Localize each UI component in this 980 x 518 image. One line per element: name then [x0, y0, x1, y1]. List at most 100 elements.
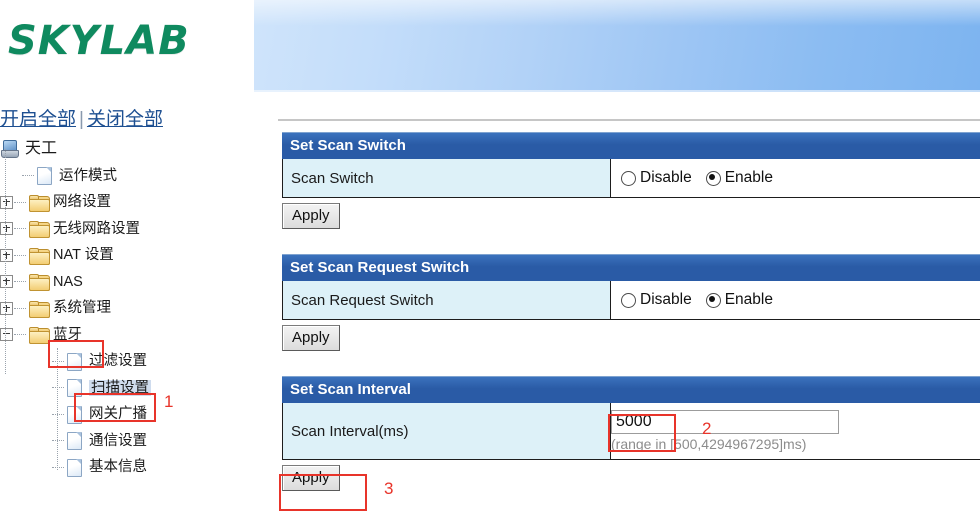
apply-button-scan-switch[interactable]: Apply	[282, 203, 340, 230]
content-divider	[278, 119, 980, 121]
row-label: Scan Interval(ms)	[283, 403, 611, 459]
tree-toggle-links: 开启全部 | 关闭全部	[0, 104, 163, 131]
document-icon	[37, 167, 52, 186]
banner-gloss	[254, 0, 980, 26]
tree-item-label: 通信设置	[89, 432, 147, 449]
tree-connector	[14, 334, 26, 336]
tree-item-system-management[interactable]: 系统管理	[0, 295, 254, 322]
tree-item-communication-settings[interactable]: 通信设置	[0, 428, 254, 455]
clipped-text-row	[278, 92, 282, 100]
expand-icon[interactable]	[0, 222, 13, 236]
tree-item-label: 基本信息	[89, 459, 147, 475]
folder-icon	[29, 274, 50, 292]
settings-table: Scan Interval(ms) (range in [500,4294967…	[282, 403, 980, 460]
expand-all-link[interactable]: 开启全部	[0, 109, 76, 130]
navigation-tree: 天工 运作模式 网络设置 无线网路设置 NAT 设置 NAS 系统管理 蓝牙 过…	[0, 136, 254, 481]
tree-connector	[14, 307, 26, 309]
apply-row: Apply	[282, 203, 980, 230]
tree-item-label: 运作模式	[59, 167, 117, 184]
document-icon	[67, 458, 82, 477]
tree-item-label: 无线网路设置	[53, 220, 140, 237]
skylab-logo: SKYLAB	[8, 18, 190, 64]
tree-item-bluetooth[interactable]: 蓝牙	[0, 322, 254, 349]
tree-item-label: 扫描设置	[89, 379, 151, 396]
document-icon	[67, 352, 82, 371]
radio-enable-scan-request[interactable]: Enable	[705, 291, 773, 309]
folder-icon	[29, 194, 50, 212]
tree-connector	[14, 254, 26, 256]
logo-area: SKYLAB	[0, 0, 254, 92]
tree-item-nat-settings[interactable]: NAT 设置	[0, 242, 254, 269]
radio-icon	[621, 170, 636, 186]
annotation-number-2: 2	[702, 419, 712, 438]
row-value: Disable Enable	[611, 159, 980, 197]
apply-button-scan-interval[interactable]: Apply	[282, 465, 340, 492]
tree-connector	[52, 387, 64, 389]
section-title: Set Scan Interval	[282, 376, 980, 403]
row-value: (range in [500,4294967295]ms)	[611, 403, 980, 459]
tree-item-tiangong[interactable]: 天工	[0, 136, 254, 163]
tree-item-label: 网关广播	[89, 406, 147, 422]
radio-label: Enable	[724, 169, 773, 186]
tree-item-gateway-broadcast[interactable]: 网关广播	[0, 401, 254, 428]
expand-icon[interactable]	[0, 195, 13, 209]
document-icon	[67, 405, 82, 424]
expand-icon[interactable]	[0, 275, 13, 289]
scan-interval-input[interactable]	[611, 410, 839, 434]
row-label: Scan Request Switch	[283, 281, 611, 319]
expand-icon[interactable]	[0, 248, 13, 262]
tree-item-label: NAS	[53, 273, 83, 290]
section-title: Set Scan Switch	[282, 132, 980, 159]
tree-item-scan-settings[interactable]: 扫描设置	[0, 375, 254, 402]
tree-connector	[52, 440, 64, 442]
tree-connector	[14, 281, 26, 283]
folder-icon	[29, 327, 50, 345]
tree-item-basic-info[interactable]: 基本信息	[0, 454, 254, 481]
radio-icon-selected	[705, 292, 721, 308]
radio-icon	[621, 292, 636, 308]
radio-label: Disable	[640, 169, 692, 186]
tree-connector	[52, 466, 64, 468]
main-content: Set Scan Switch Scan Switch Disable Enab…	[254, 92, 980, 518]
page-banner	[254, 0, 980, 92]
tree-item-label: 蓝牙	[53, 326, 82, 343]
tree-connector	[52, 360, 64, 362]
tree-connector	[5, 149, 6, 374]
tree-item-nas[interactable]: NAS	[0, 269, 254, 296]
document-icon	[67, 379, 82, 398]
link-separator: |	[79, 109, 84, 130]
tree-item-wireless-settings[interactable]: 无线网路设置	[0, 216, 254, 243]
tree-connector	[52, 413, 64, 415]
tree-item-label: NAT 设置	[53, 247, 114, 263]
tree-connector	[57, 348, 58, 470]
row-value: Disable Enable	[611, 281, 980, 319]
clipped-text	[278, 92, 282, 100]
folder-icon	[29, 221, 50, 239]
tree-item-label: 网络设置	[53, 194, 111, 210]
tree-item-filter-settings[interactable]: 过滤设置	[0, 348, 254, 375]
tree-item-label: 天工	[25, 140, 58, 158]
radio-disable-scan-switch[interactable]: Disable	[621, 169, 692, 187]
annotation-number-3: 3	[384, 479, 394, 498]
tree-item-network-settings[interactable]: 网络设置	[0, 189, 254, 216]
document-icon	[67, 432, 82, 451]
expand-icon[interactable]	[0, 301, 13, 315]
folder-icon	[29, 300, 50, 318]
section-set-scan-switch: Set Scan Switch Scan Switch Disable Enab…	[282, 132, 980, 230]
collapse-icon[interactable]	[0, 328, 13, 342]
tree-connector	[14, 228, 26, 230]
radio-label: Disable	[640, 291, 692, 308]
radio-disable-scan-request[interactable]: Disable	[621, 291, 692, 309]
computer-icon	[1, 140, 19, 159]
tree-item-operation-mode[interactable]: 运作模式	[0, 163, 254, 190]
settings-table: Scan Switch Disable Enable	[282, 159, 980, 198]
section-title: Set Scan Request Switch	[282, 254, 980, 281]
apply-button-scan-request-switch[interactable]: Apply	[282, 325, 340, 352]
section-set-scan-interval: Set Scan Interval Scan Interval(ms) (ran…	[282, 376, 980, 492]
tree-item-label: 过滤设置	[89, 353, 147, 369]
row-label: Scan Switch	[283, 159, 611, 197]
tree-item-label: 系统管理	[53, 300, 111, 316]
radio-label: Enable	[724, 291, 773, 308]
radio-enable-scan-switch[interactable]: Enable	[705, 169, 773, 187]
collapse-all-link[interactable]: 关闭全部	[87, 109, 163, 130]
